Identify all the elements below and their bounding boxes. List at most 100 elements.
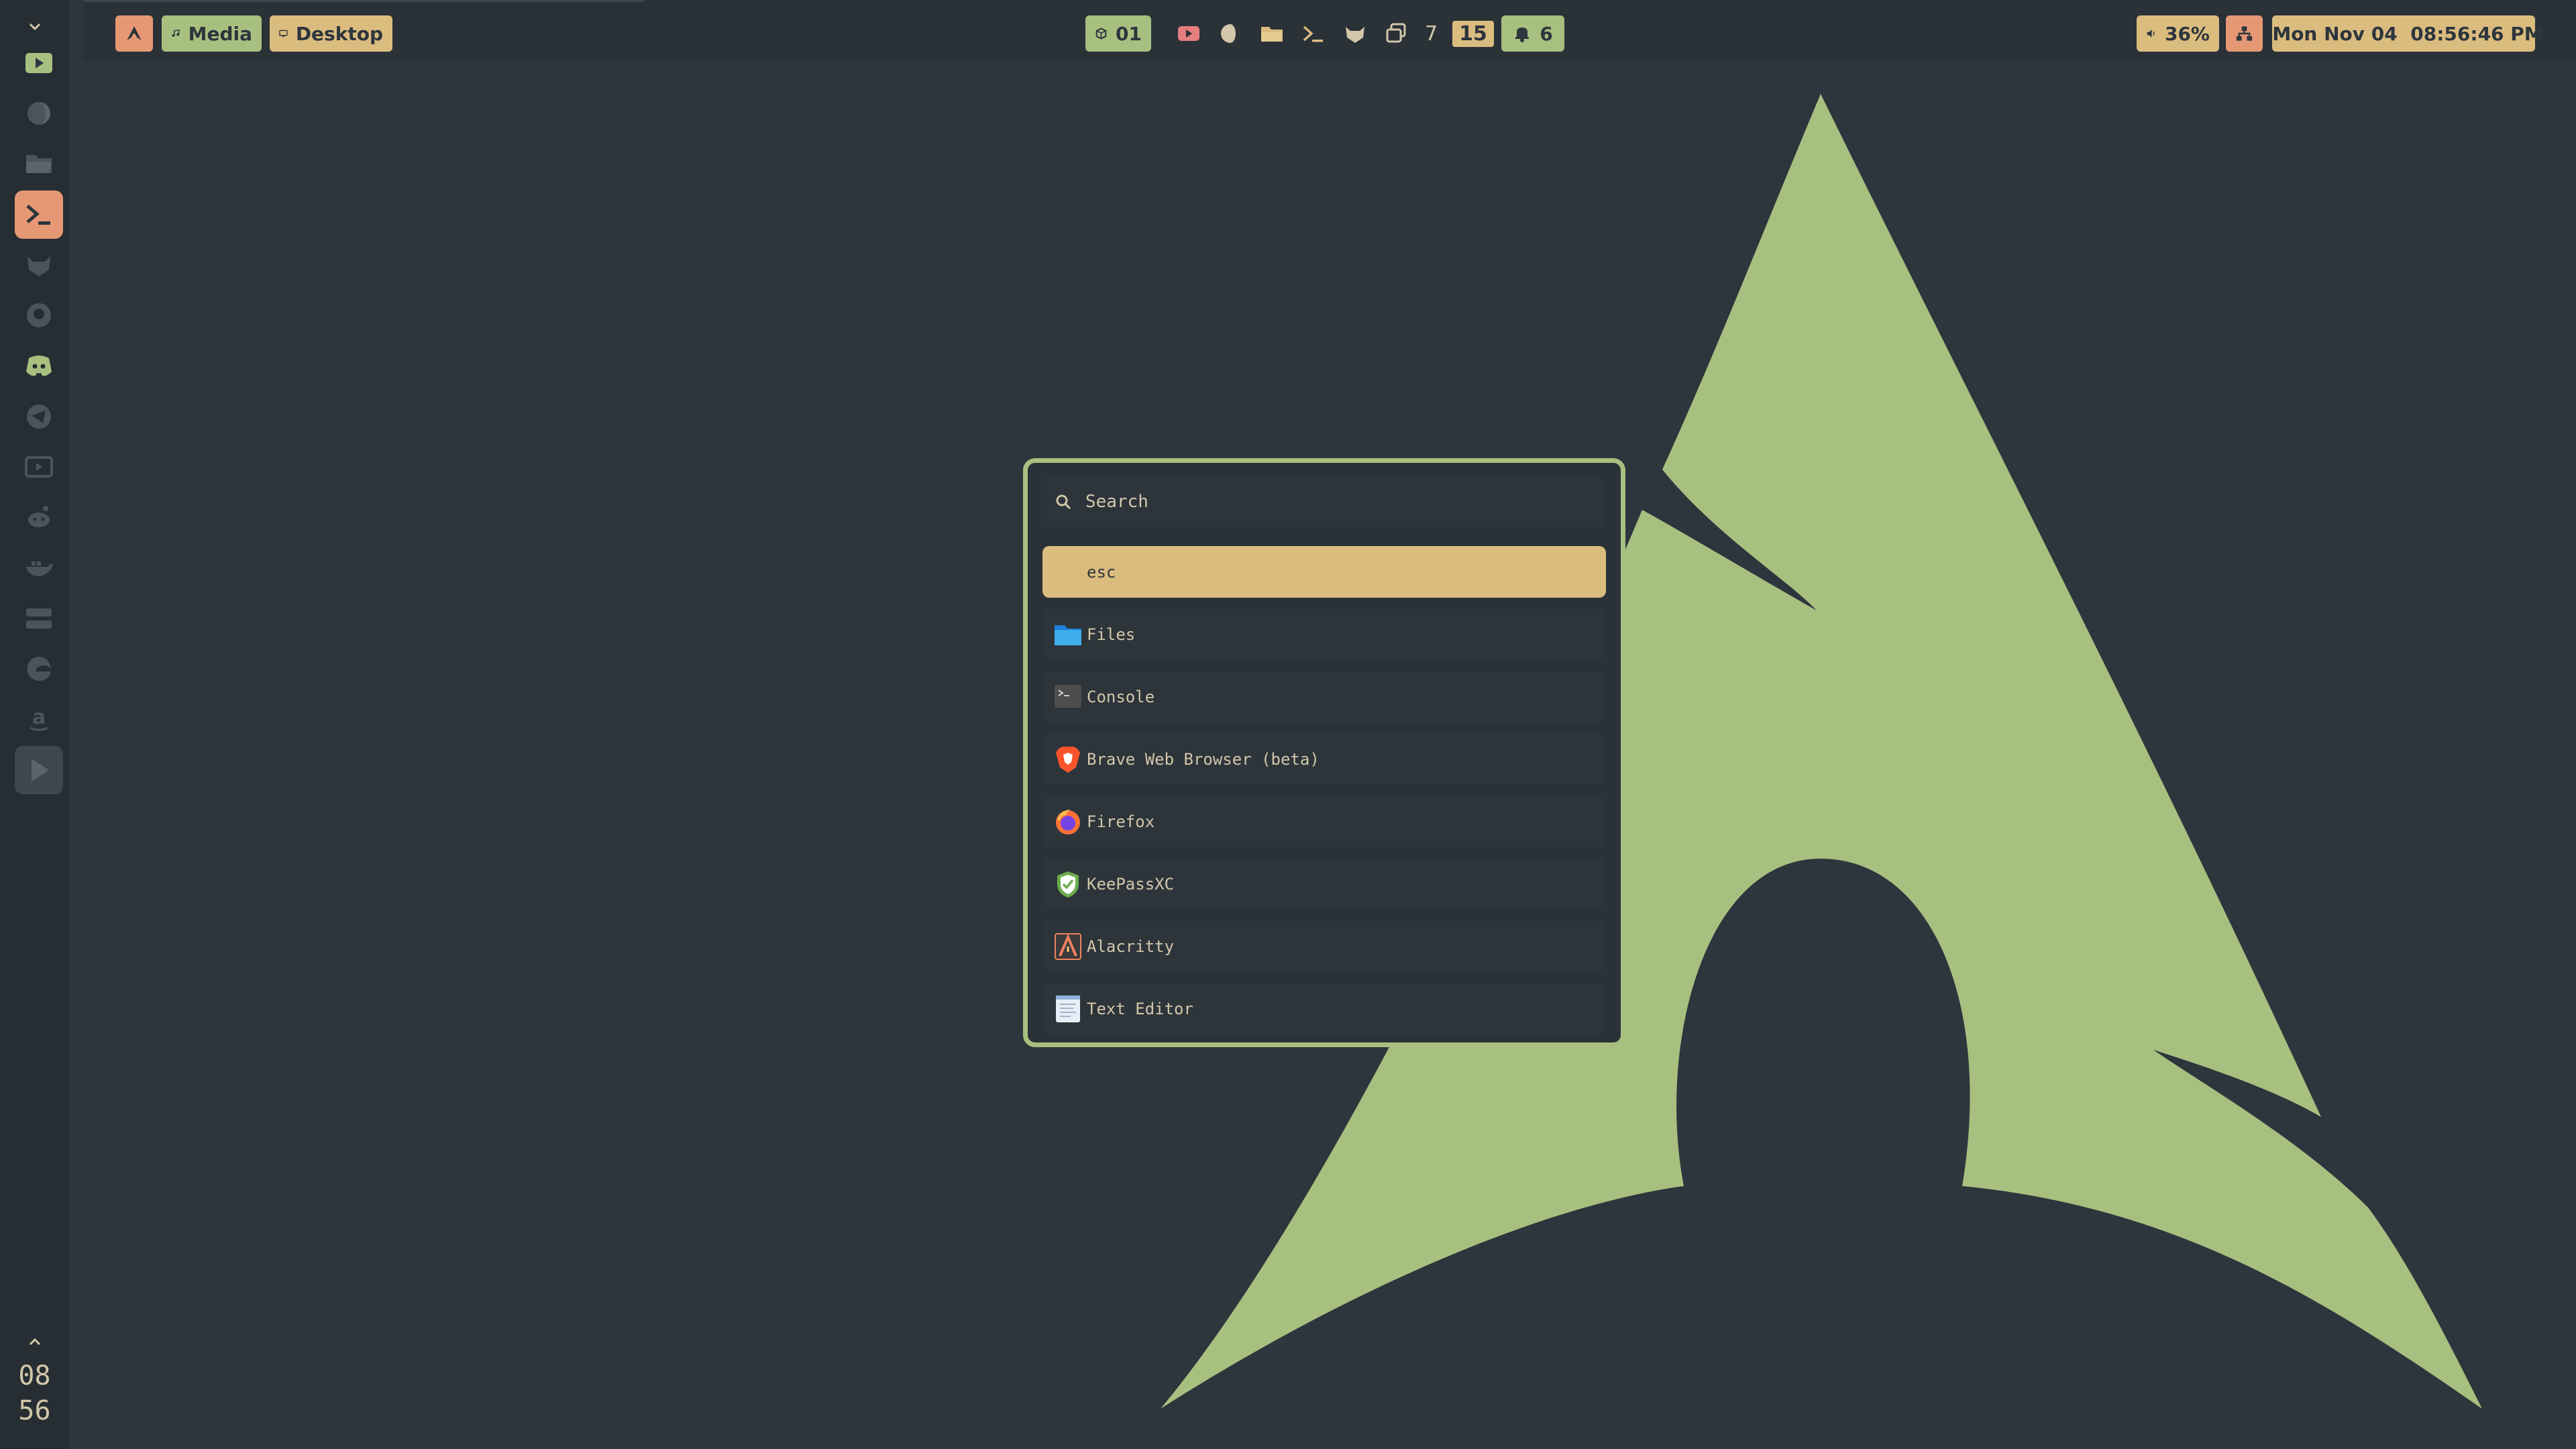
- folder-icon: [26, 155, 52, 173]
- chevron-up-icon: [29, 1338, 40, 1346]
- launcher-entry-label: Brave Web Browser (beta): [1087, 749, 1320, 769]
- firefox-icon: [1053, 807, 1083, 837]
- search-input[interactable]: [1084, 491, 1606, 513]
- dock-item-amazon[interactable]: a: [15, 695, 63, 743]
- window-count: 7: [1425, 21, 1438, 46]
- half-moon-icon: [28, 102, 50, 125]
- dock-item-docker[interactable]: [15, 543, 63, 592]
- launcher-entry-label: KeePassXC: [1087, 874, 1175, 894]
- launcher-entry-label: Console: [1087, 687, 1155, 706]
- launcher-entry-esc[interactable]: esc: [1042, 546, 1606, 598]
- dock-item-media-player[interactable]: [15, 39, 63, 87]
- tray-gitlab[interactable]: [1342, 20, 1368, 47]
- tray-youtube[interactable]: [1175, 20, 1202, 47]
- volume-button[interactable]: 36%: [2137, 15, 2219, 52]
- folder-icon: [1261, 27, 1283, 42]
- dock-item-edge[interactable]: [15, 645, 63, 693]
- launcher-entry-label: Files: [1087, 625, 1136, 644]
- speaker-icon: [2147, 30, 2155, 38]
- datetime-label: Mon Nov 04 08:56:46 PM: [2272, 22, 2543, 45]
- top-bar-accent-line: [84, 0, 644, 2]
- launcher-entry-keepassxc[interactable]: KeePassXC: [1042, 858, 1606, 910]
- launcher-entry-label: Text Editor: [1087, 999, 1193, 1018]
- alacritty-icon: [1053, 932, 1083, 961]
- dock-clock-minutes: 56: [18, 1395, 51, 1426]
- tray-terminal[interactable]: [1300, 20, 1327, 47]
- play-square-icon: [25, 53, 52, 73]
- tray-dark-mode[interactable]: [1217, 20, 1244, 47]
- tray-windows[interactable]: [1383, 20, 1410, 47]
- network-icon: [2236, 26, 2253, 41]
- github-icon: [27, 303, 51, 327]
- youtube-icon: [25, 456, 53, 478]
- dock-expand-button[interactable]: [0, 1332, 69, 1352]
- telegram-icon: [27, 405, 51, 429]
- keepassxc-icon: [1053, 869, 1083, 899]
- taskbar-tray: 7 15: [1175, 15, 1494, 52]
- datetime-button[interactable]: Mon Nov 04 08:56:46 PM: [2272, 15, 2543, 52]
- dock-item-files[interactable]: [15, 140, 63, 188]
- launcher-entry-label: Alacritty: [1087, 936, 1175, 956]
- discord-icon: [26, 356, 52, 376]
- edge-icon: [27, 657, 51, 681]
- server-icon: [26, 608, 52, 629]
- play-button-icon: [32, 759, 49, 782]
- windows-icon: [1386, 23, 1406, 43]
- fox-icon: [28, 256, 50, 276]
- search-icon: [1056, 494, 1071, 510]
- text-editor-icon: [1053, 994, 1083, 1024]
- launcher-entry-text-editor[interactable]: Text Editor: [1042, 983, 1606, 1034]
- desktop-label: Desktop: [295, 22, 383, 45]
- dock-item-video[interactable]: [15, 746, 63, 794]
- half-moon-icon: [1221, 24, 1240, 43]
- launcher-entry-console[interactable]: Console: [1042, 671, 1606, 722]
- app-launcher: esc Files Console Brave Web Browser (bet…: [1023, 458, 1625, 1047]
- youtube-icon: [1178, 26, 1199, 41]
- dock-item-gitlab[interactable]: [15, 241, 63, 289]
- bell-icon: [1515, 28, 1529, 42]
- desktop-button[interactable]: Desktop: [270, 15, 392, 52]
- terminal-icon: [26, 205, 50, 225]
- workspace-button[interactable]: 01: [1085, 15, 1151, 52]
- network-button[interactable]: [2226, 15, 2263, 52]
- dock-item-dark-mode[interactable]: [15, 89, 63, 138]
- launcher-entry-label: esc: [1087, 562, 1116, 582]
- arch-menu-button[interactable]: [115, 15, 153, 52]
- launcher-search-bar[interactable]: [1041, 476, 1606, 527]
- media-label: Media: [188, 22, 252, 45]
- dock-item-github[interactable]: [15, 291, 63, 339]
- folder-icon: [1053, 620, 1083, 649]
- svg-text:a: a: [32, 706, 46, 729]
- notifications-button[interactable]: 6: [1501, 15, 1564, 52]
- media-button[interactable]: Media: [162, 15, 262, 52]
- volume-label: 36%: [2164, 22, 2210, 45]
- launcher-entry-brave[interactable]: Brave Web Browser (beta): [1042, 733, 1606, 785]
- tray-files[interactable]: [1258, 20, 1285, 47]
- chevron-down-icon: [29, 23, 40, 31]
- notifications-count: 6: [1540, 22, 1553, 45]
- music-note-icon: [172, 29, 180, 37]
- dock-item-terminal[interactable]: [15, 191, 63, 239]
- monitor-icon: [279, 30, 288, 38]
- dock-clock: 08 56: [0, 1358, 69, 1428]
- dock-collapse-button[interactable]: [0, 15, 69, 39]
- dock-item-youtube[interactable]: [15, 443, 63, 491]
- brave-icon: [1053, 745, 1083, 774]
- dock-item-discord[interactable]: [15, 341, 63, 390]
- arch-logo-icon: [127, 26, 142, 41]
- launcher-entry-alacritty[interactable]: Alacritty: [1042, 920, 1606, 972]
- dock-item-reddit[interactable]: [15, 493, 63, 541]
- dock-clock-hours: 08: [18, 1360, 51, 1391]
- reddit-icon: [28, 506, 50, 527]
- fox-icon: [1346, 27, 1364, 43]
- console-icon: [1053, 682, 1083, 712]
- launcher-entry-firefox[interactable]: Firefox: [1042, 796, 1606, 847]
- terminal-icon: [1303, 25, 1323, 42]
- highlight-count[interactable]: 15: [1452, 20, 1494, 47]
- amazon-icon: a: [30, 706, 48, 731]
- launcher-entry-files[interactable]: Files: [1042, 608, 1606, 660]
- left-dock: a 08 56: [0, 0, 69, 1449]
- dock-item-telegram[interactable]: [15, 392, 63, 441]
- whale-icon: [26, 561, 53, 576]
- dock-item-server[interactable]: [15, 594, 63, 643]
